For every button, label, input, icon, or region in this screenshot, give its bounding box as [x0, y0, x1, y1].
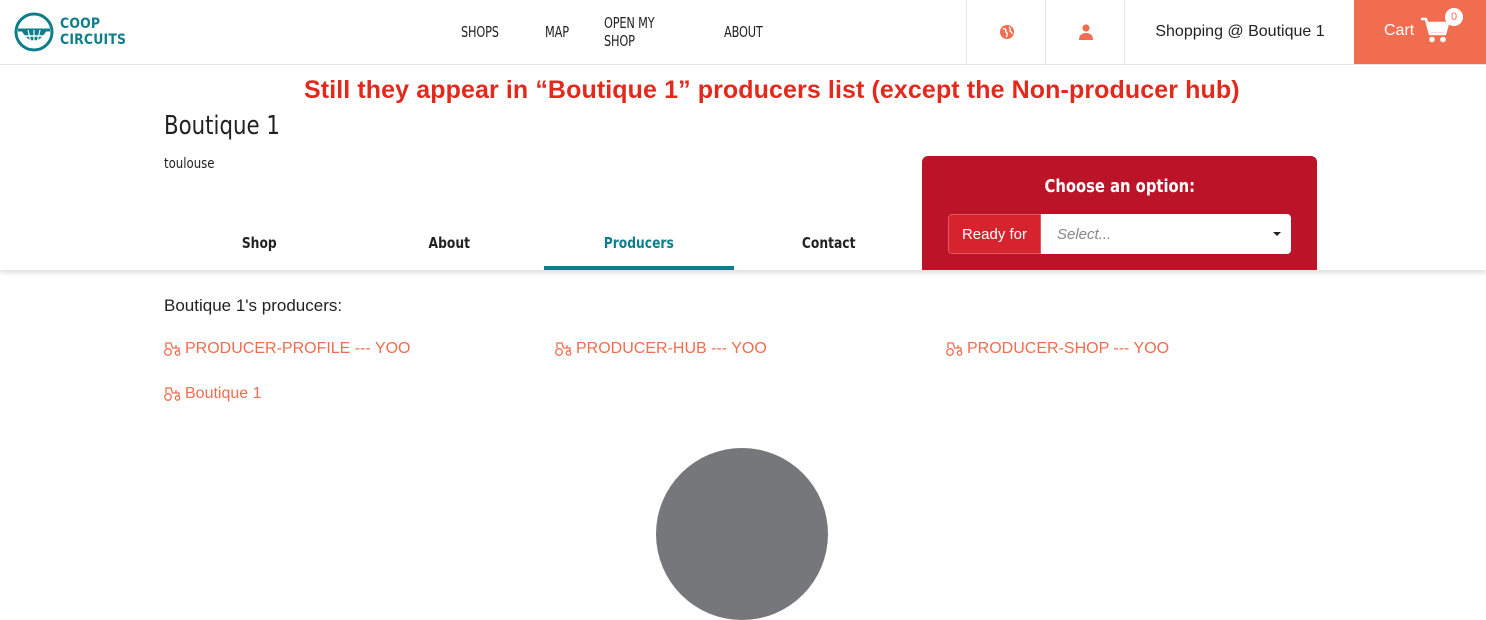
caret-down-icon	[1273, 232, 1281, 236]
producer-link[interactable]: Boutique 1	[164, 385, 262, 403]
account-button[interactable]	[1045, 0, 1125, 64]
ready-for-label: Ready for	[948, 214, 1041, 254]
tab-shop-label: Shop	[241, 234, 277, 252]
nav-open-my-shop-link[interactable]: OPEN MY SHOP	[604, 14, 678, 50]
order-cycle-selector: Choose an option: Ready for Select...	[922, 156, 1317, 270]
footer-logo-circle	[656, 448, 828, 620]
producer-link[interactable]: PRODUCER-HUB --- YOO	[555, 340, 767, 358]
tab-contact[interactable]: Contact	[734, 218, 924, 270]
main-menu: SHOPS MAP OPEN MY SHOP ABOUT	[461, 0, 802, 64]
shop-title: Boutique 1	[164, 111, 280, 141]
language-button[interactable]	[966, 0, 1046, 64]
cart-button[interactable]: Cart 0	[1354, 0, 1486, 64]
current-shop-link[interactable]: Shopping @ Boutique 1	[1124, 0, 1355, 64]
producer-name: Boutique 1	[185, 385, 262, 402]
cart-label: Cart	[1384, 22, 1415, 39]
tab-shop[interactable]: Shop	[164, 218, 354, 270]
tab-producers-label: Producers	[603, 234, 675, 252]
option-title-text: Choose an option:	[1044, 176, 1195, 197]
globe-icon	[999, 25, 1014, 39]
logo-text: COOP CIRCUITS	[60, 16, 126, 48]
logo-basket-icon	[14, 12, 54, 52]
select-placeholder: Select...	[1057, 225, 1112, 243]
logo-text-line2: CIRCUITS	[60, 32, 127, 48]
ready-for-select[interactable]: Select...	[1041, 214, 1291, 254]
shop-tabs: Shop About Producers Contact	[164, 218, 924, 270]
annotation-text: Still they appear in “Boutique 1” produc…	[304, 76, 1240, 104]
producer-link[interactable]: PRODUCER-PROFILE --- YOO	[164, 340, 411, 358]
top-navigation: COOP CIRCUITS SHOPS MAP OPEN MY SHOP ABO…	[0, 0, 1486, 65]
current-shop-label: Shopping @ Boutique 1	[1155, 23, 1325, 40]
tractor-icon	[555, 342, 572, 356]
shop-city: toulouse	[164, 156, 215, 172]
producer-name: PRODUCER-SHOP --- YOO	[967, 340, 1170, 357]
tractor-icon	[946, 342, 963, 356]
producers-heading: Boutique 1's producers:	[164, 296, 343, 315]
nav-shops-link[interactable]: SHOPS	[461, 23, 499, 41]
user-icon	[1078, 24, 1093, 40]
tab-about[interactable]: About	[354, 218, 544, 270]
producer-name: PRODUCER-HUB --- YOO	[576, 340, 767, 357]
tab-about-label: About	[428, 234, 470, 252]
tab-contact-label: Contact	[802, 234, 856, 252]
tractor-icon	[164, 342, 181, 356]
producer-link[interactable]: PRODUCER-SHOP --- YOO	[946, 340, 1169, 358]
nav-about-link[interactable]: ABOUT	[724, 23, 763, 41]
tractor-icon	[164, 387, 181, 401]
producer-name: PRODUCER-PROFILE --- YOO	[185, 340, 411, 357]
cart-count-badge: 0	[1445, 8, 1463, 26]
coop-circuits-logo[interactable]: COOP CIRCUITS	[14, 12, 137, 52]
nav-map-link[interactable]: MAP	[545, 23, 569, 41]
tab-producers[interactable]: Producers	[544, 218, 734, 270]
logo-text-line1: COOP	[60, 16, 101, 32]
option-title: Choose an option:	[922, 176, 1317, 197]
